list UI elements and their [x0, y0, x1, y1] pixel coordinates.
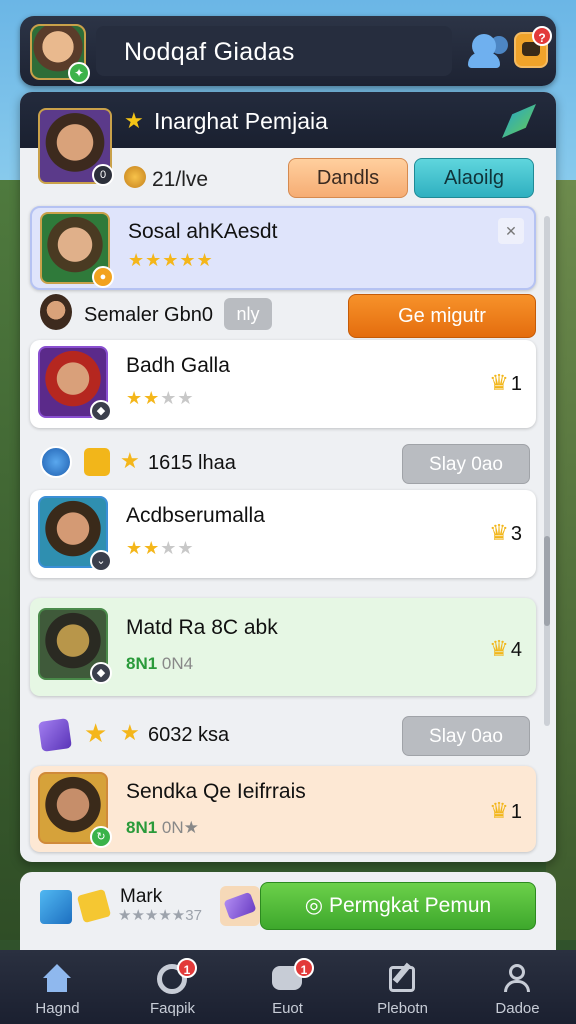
- hero-portrait: ◆: [38, 346, 112, 422]
- reward-label: 6032 ksa: [148, 724, 230, 746]
- hero-name: Matd Ra 8C abk: [126, 616, 278, 639]
- gem-icon: [38, 718, 72, 752]
- star-icon: ★: [124, 108, 144, 133]
- header-title-box: Nodqaf Giadas: [96, 26, 452, 76]
- nav-euot[interactable]: 1 Euot: [230, 950, 345, 1024]
- scrollbar[interactable]: [544, 216, 550, 726]
- coin-badge-icon: ●: [92, 266, 114, 288]
- alaoilg-button[interactable]: Alaoilg: [414, 158, 534, 198]
- friends-icon[interactable]: [468, 30, 512, 72]
- hero-stars: ★★★★: [126, 538, 195, 558]
- nav-plebotn[interactable]: Plebotn: [345, 950, 460, 1024]
- star-icon: ★: [84, 718, 108, 748]
- nav-badge: 1: [294, 958, 314, 978]
- reward-row: ★ 1615 lhaa Slay 0ao: [30, 438, 536, 488]
- hero-stars: ★★★★★: [128, 250, 214, 270]
- bottom-navigation: Hagnd 1 Faqpik 1 Euot Plebotn Dadoe: [0, 950, 576, 1024]
- top-header: ✦ Nodqaf Giadas ?: [20, 16, 556, 86]
- hero-card[interactable]: ◆ Matd Ra 8C abk 8N1 0N4 ♛ 4: [30, 598, 536, 696]
- profile-icon: [500, 960, 534, 994]
- hero-name: Acdbserumalla: [126, 504, 265, 527]
- hero-level-icon: 0: [92, 164, 114, 186]
- star-icon: ★: [120, 720, 140, 745]
- permgkat-button[interactable]: ◎ Permgkat Pemun: [260, 882, 536, 930]
- header-title: Nodqaf Giadas: [124, 38, 295, 66]
- home-icon: [40, 960, 74, 994]
- ticket-icon: [76, 888, 112, 924]
- shield-icon: ◆: [90, 400, 112, 422]
- hero-stars: ★★★★: [126, 388, 195, 408]
- bottom-action-bar: Mark ★★★★★37 ◎ Permgkat Pemun: [20, 872, 556, 950]
- gift-notification-badge: ?: [532, 26, 552, 46]
- hero-name: Sendka Qe Ieifrrais: [126, 780, 306, 803]
- nav-faqpik[interactable]: 1 Faqpik: [115, 950, 230, 1024]
- wrench-icon[interactable]: ✕: [498, 218, 524, 244]
- gem-icon: [220, 886, 260, 926]
- semaler-tag: nly: [224, 298, 272, 330]
- level-badge-icon: ✦: [68, 62, 90, 84]
- hero-avatar[interactable]: 0: [38, 108, 114, 186]
- hero-card[interactable]: ⌄ Acdbserumalla ★★★★ ♛ 3: [30, 490, 536, 578]
- dandls-button[interactable]: Dandls: [288, 158, 408, 198]
- coin-icon: [124, 166, 146, 188]
- hero-card[interactable]: ◆ Badh Galla ★★★★ ♛ 1: [30, 340, 536, 428]
- crown-icon: ♛: [489, 636, 509, 661]
- mini-avatar: [40, 294, 72, 330]
- mark-stars: ★★★★★37: [118, 907, 202, 924]
- nav-dadoe[interactable]: Dadoe: [460, 950, 575, 1024]
- clock-icon: [40, 446, 72, 478]
- hero-name: Badh Galla: [126, 354, 230, 377]
- hero-stats: 8N1 0N★: [126, 818, 199, 837]
- hero-name: Sosal ahKAesdt: [128, 220, 278, 243]
- hero-card[interactable]: ↻ Sendka Qe Ieifrrais 8N1 0N★ ♛ 1: [30, 766, 536, 852]
- nav-home[interactable]: Hagnd: [0, 950, 115, 1024]
- crown-icon: ♛: [489, 370, 509, 395]
- globe-icon: ◎: [304, 894, 329, 917]
- main-panel: ★ Inarghat Pemjaia 0 21/lve Dandls Alaoi…: [20, 92, 556, 862]
- player-avatar[interactable]: ✦: [30, 24, 90, 84]
- hero-portrait: ⌄: [38, 496, 112, 572]
- panel-title: Inarghat Pemjaia: [154, 108, 328, 134]
- hero-rank: ♛ 4: [489, 636, 522, 661]
- hero-rank: ♛ 1: [489, 370, 522, 395]
- badge-icon: [84, 448, 110, 476]
- semaler-label: Semaler Gbn0: [84, 304, 213, 326]
- hero-stats: 8N1 0N4: [126, 654, 194, 673]
- cube-icon: [40, 890, 72, 924]
- edit-icon: [385, 960, 419, 994]
- shield-icon: ◆: [90, 662, 112, 684]
- leaf-icon[interactable]: [502, 104, 536, 138]
- hero-portrait: ●: [40, 212, 114, 288]
- mark-label: Mark: [120, 886, 163, 907]
- hero-portrait: ↻: [38, 772, 112, 848]
- go-button[interactable]: Ge migutr: [348, 294, 536, 338]
- selected-hero-card[interactable]: ● Sosal ahKAesdt ★★★★★ ✕: [30, 206, 536, 290]
- crown-icon: ♛: [489, 520, 509, 545]
- hero-rank: ♛ 1: [489, 798, 522, 823]
- coin-value: 21/lve: [152, 168, 209, 191]
- nav-badge: 1: [177, 958, 197, 978]
- crown-icon: ♛: [489, 798, 509, 823]
- slay-button[interactable]: Slay 0ao: [402, 716, 530, 756]
- hero-portrait: ◆: [38, 608, 112, 684]
- chevron-down-icon: ⌄: [90, 550, 112, 572]
- reward-row: ★ ★ 6032 ksa Slay 0ao: [30, 710, 536, 760]
- refresh-icon: ↻: [90, 826, 112, 848]
- star-icon: ★: [120, 448, 140, 473]
- hero-rank: ♛ 3: [489, 520, 522, 545]
- slay-button[interactable]: Slay 0ao: [402, 444, 530, 484]
- reward-label: 1615 lhaa: [148, 452, 236, 474]
